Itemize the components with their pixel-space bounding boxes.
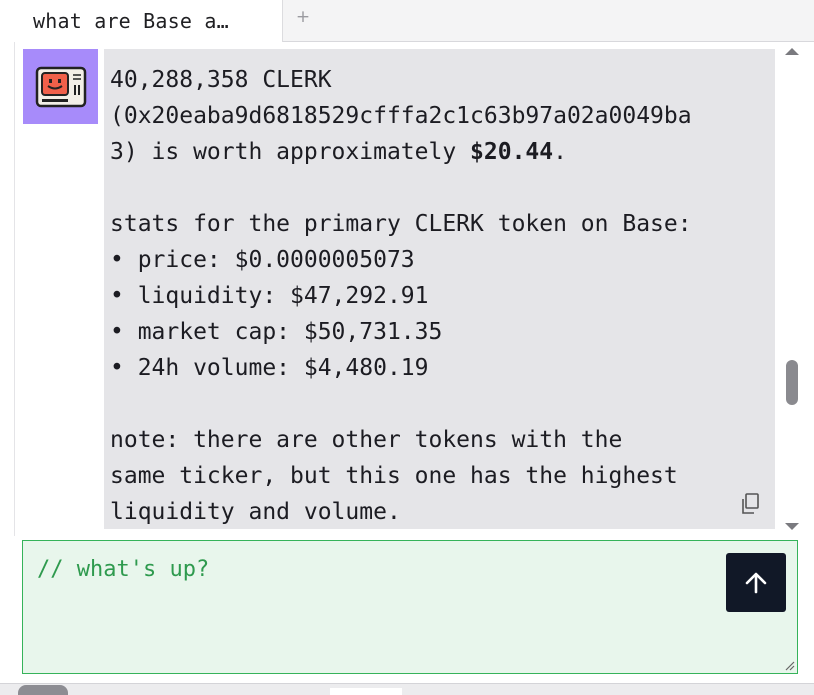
- chat-area: 40,288,358 CLERK (0x20eaba9d6818529cfffa…: [14, 42, 782, 536]
- arrow-up-icon: [745, 572, 767, 593]
- message-input[interactable]: [23, 541, 713, 671]
- robot-computer-icon: [35, 66, 86, 107]
- scroll-down-arrow-icon[interactable]: [785, 523, 799, 530]
- contract-address-line: (0x20eaba9d6818529cfffa2c1c63b97a02a0049…: [110, 103, 692, 129]
- note-line: note: there are other tokens with the: [110, 427, 623, 453]
- stats-heading: stats for the primary CLERK token on Bas…: [110, 211, 692, 237]
- bottom-slot: [330, 688, 402, 695]
- tab-title: what are Base a…: [33, 9, 229, 33]
- message-text: 40,288,358 CLERK (0x20eaba9d6818529cfffa…: [110, 62, 770, 530]
- message-line: 3) is worth approximately: [110, 139, 471, 165]
- scroll-up-arrow-icon[interactable]: [785, 48, 799, 55]
- message-punctuation: .: [553, 139, 567, 165]
- message-line: 40,288,358 CLERK: [110, 67, 332, 93]
- note-line: same ticker, but this one has the highes…: [110, 463, 678, 489]
- message-composer: [22, 540, 798, 674]
- chat-scrollbar[interactable]: [782, 42, 802, 536]
- stat-price: • price: $0.0000005073: [110, 247, 415, 273]
- add-tab-button[interactable]: +: [292, 6, 314, 28]
- bottom-badge: [18, 685, 68, 695]
- tab-active[interactable]: what are Base a…: [0, 0, 283, 42]
- avatar: [23, 49, 98, 124]
- note-line: liquidity and volume.: [110, 499, 401, 525]
- value-amount: $20.44: [470, 139, 554, 165]
- resize-handle-icon[interactable]: [783, 659, 795, 671]
- stat-volume: • 24h volume: $4,480.19: [110, 355, 429, 381]
- bottom-bar: [0, 683, 814, 695]
- stat-liquidity: • liquidity: $47,292.91: [110, 283, 429, 309]
- copy-icon[interactable]: [740, 493, 760, 515]
- scrollbar-thumb[interactable]: [786, 360, 798, 405]
- tab-bar: what are Base a… +: [0, 0, 814, 42]
- stat-market-cap: • market cap: $50,731.35: [110, 319, 443, 345]
- assistant-message: 40,288,358 CLERK (0x20eaba9d6818529cfffa…: [104, 49, 775, 529]
- send-button[interactable]: [726, 553, 786, 612]
